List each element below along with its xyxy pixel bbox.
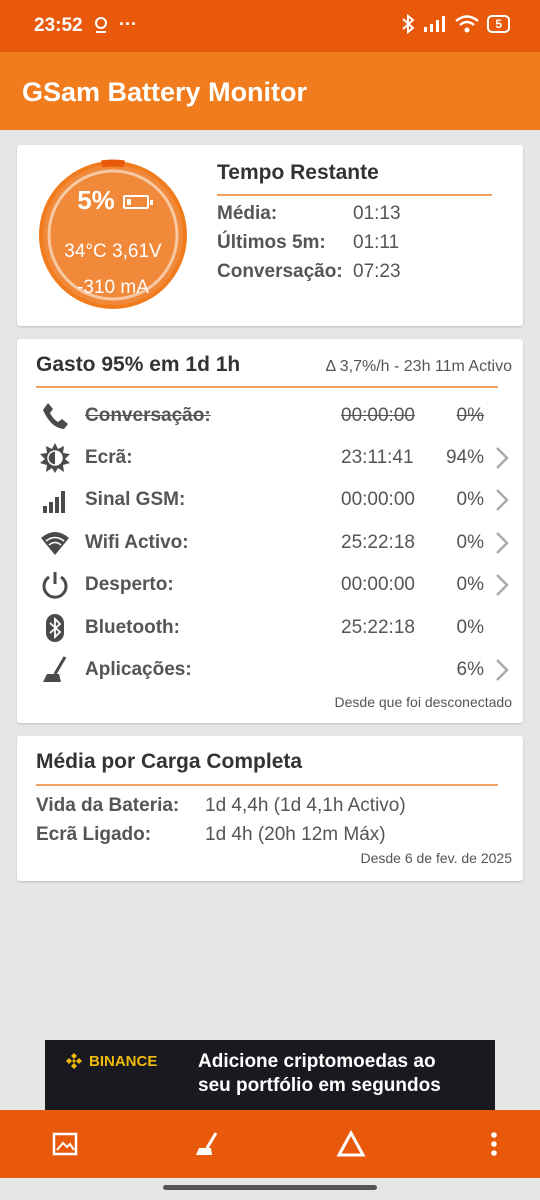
- usage-row-time: 25:22:18: [341, 532, 415, 553]
- full-charge-card: Média por Carga Completa Vida da Bateria…: [17, 736, 523, 881]
- broom-icon: [43, 656, 67, 682]
- usage-row-time: 25:22:18: [341, 617, 415, 638]
- usage-footer: Desde que foi desconectado: [334, 694, 512, 710]
- usage-row-label: Ecrã:: [85, 447, 133, 468]
- power-icon: [42, 572, 68, 599]
- chevron-right-icon[interactable]: [494, 530, 510, 556]
- full-charge-title: Média por Carga Completa: [36, 750, 303, 773]
- location-icon: [95, 17, 107, 34]
- usage-row-percent: 0%: [456, 405, 484, 426]
- usage-row-time: 00:00:00: [341, 574, 415, 595]
- battery-percent-value: 5%: [77, 185, 115, 215]
- usage-title: Gasto 95% em 1d 1h: [36, 353, 241, 376]
- time-remaining-value: 01:11: [353, 232, 400, 253]
- time-remaining-label: Média:: [217, 203, 278, 224]
- usage-row-call: Conversação: 00:00:00 0%: [17, 396, 523, 436]
- time-remaining-value: 07:23: [353, 261, 401, 282]
- usage-row-time: 00:00:00: [341, 405, 415, 426]
- more-dots-icon: ···: [119, 14, 137, 34]
- battery-temp-voltage: 34°C 3,61V: [64, 241, 162, 262]
- app-title: GSam Battery Monitor: [22, 77, 308, 107]
- status-right-icons: 5: [401, 14, 510, 34]
- bluetooth-icon: [402, 14, 415, 34]
- usage-row-percent: 0%: [456, 532, 484, 553]
- broom-icon[interactable]: [190, 1128, 222, 1160]
- status-left-icons: ···: [92, 14, 137, 35]
- battery-summary-card[interactable]: 5% 34°C 3,61V -310 mA Tempo Restante Méd…: [17, 145, 523, 326]
- ad-brand: BINANCE: [89, 1052, 158, 1070]
- status-time: 23:52: [34, 15, 83, 36]
- app-bar: GSam Battery Monitor: [0, 52, 540, 130]
- full-charge-value: 1d 4,4h (1d 4,1h Activo): [205, 795, 406, 816]
- usage-row-screen[interactable]: Ecrã: 23:11:41 94%: [17, 438, 523, 478]
- binance-logo: BINANCE: [65, 1052, 157, 1070]
- usage-card: Gasto 95% em 1d 1h Δ 3,7%/h - 23h 11m Ac…: [17, 339, 523, 723]
- wifi-icon: [41, 532, 69, 555]
- divider: [36, 784, 498, 786]
- status-battery-icon: 5: [487, 15, 510, 33]
- chevron-right-icon[interactable]: [494, 657, 510, 683]
- usage-row-label: Aplicações:: [85, 659, 192, 680]
- ad-text-line1: Adicione criptomoedas ao: [198, 1051, 436, 1072]
- full-charge-value: 1d 4h (20h 12m Máx): [205, 824, 386, 845]
- usage-row-awake[interactable]: Desperto: 00:00:00 0%: [17, 565, 523, 605]
- time-remaining-label: Últimos 5m:: [217, 232, 326, 253]
- battery-percent: 5%: [35, 185, 191, 216]
- overflow-menu-icon[interactable]: [478, 1128, 510, 1160]
- time-remaining-value: 01:13: [353, 203, 401, 224]
- usage-row-percent: 6%: [456, 659, 484, 680]
- bluetooth-icon: [46, 614, 64, 642]
- usage-row-bluetooth: Bluetooth: 25:22:18 0%: [17, 608, 523, 648]
- time-remaining-label: Conversação:: [217, 261, 343, 282]
- bottom-toolbar: [0, 1110, 540, 1178]
- home-indicator[interactable]: [163, 1185, 377, 1190]
- signal-icon: [424, 16, 446, 32]
- chevron-right-icon[interactable]: [494, 445, 510, 471]
- status-bar: 23:52 ··· 5: [0, 0, 540, 52]
- usage-row-signal[interactable]: Sinal GSM: 00:00:00 0%: [17, 480, 523, 520]
- phone-icon: [43, 403, 68, 429]
- full-charge-label: Ecrã Ligado:: [36, 824, 152, 845]
- usage-row-label: Bluetooth:: [85, 617, 180, 638]
- usage-row-wifi[interactable]: Wifi Activo: 25:22:18 0%: [17, 523, 523, 563]
- battery-icon: [122, 195, 153, 210]
- usage-row-time: 00:00:00: [341, 489, 415, 510]
- wifi-icon: [455, 15, 480, 33]
- full-charge-label: Vida da Bateria:: [36, 795, 180, 816]
- signal-bars-icon: [43, 491, 65, 513]
- time-remaining-title: Tempo Restante: [217, 161, 379, 184]
- usage-row-percent: 0%: [456, 574, 484, 595]
- image-icon[interactable]: [49, 1128, 81, 1160]
- usage-row-label: Sinal GSM:: [85, 489, 186, 510]
- screen-brightness-icon: [40, 443, 70, 473]
- usage-row-time: 23:11:41: [341, 447, 414, 468]
- usage-row-percent: 0%: [456, 617, 484, 638]
- gauge-text: 5% 34°C 3,61V -310 mA: [35, 157, 191, 313]
- ad-banner[interactable]: BINANCE Adicione criptomoedas ao seu por…: [45, 1040, 495, 1110]
- binance-diamond-icon: [66, 1053, 82, 1069]
- full-charge-footer: Desde 6 de fev. de 2025: [360, 850, 512, 866]
- usage-row-label: Wifi Activo:: [85, 532, 189, 553]
- ad-text-line2: seu portfólio em segundos: [198, 1075, 441, 1096]
- usage-delta: Δ 3,7%/h - 23h 11m Activo: [325, 358, 513, 375]
- chevron-right-icon[interactable]: [494, 572, 510, 598]
- usage-row-percent: 94%: [445, 447, 484, 468]
- usage-row-label: Conversação:: [85, 405, 211, 426]
- usage-row-label: Desperto:: [85, 574, 174, 595]
- battery-current: -310 mA: [77, 277, 149, 298]
- divider: [36, 386, 498, 388]
- usage-row-percent: 0%: [456, 489, 484, 510]
- ad-text: Adicione criptomoedas ao seu portfólio e…: [198, 1050, 441, 1098]
- chevron-right-icon[interactable]: [494, 487, 510, 513]
- delta-icon[interactable]: [335, 1128, 367, 1160]
- usage-row-apps[interactable]: Aplicações: 6%: [17, 650, 523, 690]
- divider: [217, 194, 492, 196]
